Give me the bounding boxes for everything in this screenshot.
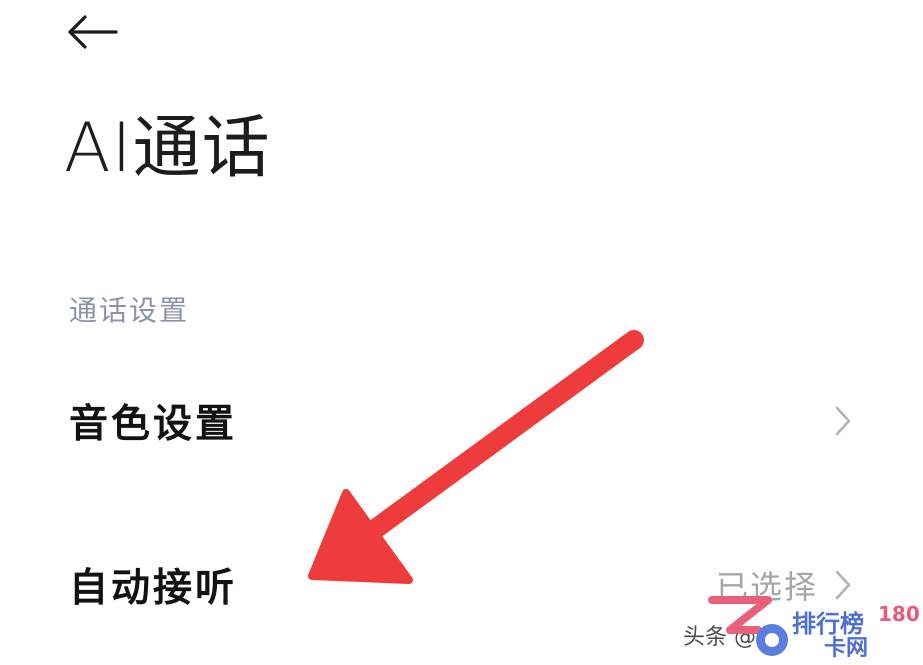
row-label: 自动接听 (69, 566, 238, 611)
ai-call-settings-screen: AI通话 通话设置 音色设置 自动接听 已选择 头条 @小 排行榜 180 卡网 (0, 0, 923, 665)
section-header-call-settings: 通话设置 (69, 294, 190, 327)
settings-row-auto-answer[interactable]: 自动接听 已选择 (0, 530, 923, 640)
row-label: 音色设置 (69, 402, 238, 447)
settings-row-voice[interactable]: 音色设置 (0, 366, 923, 476)
chevron-right-icon (833, 568, 853, 602)
chevron-right-icon (833, 404, 853, 438)
watermark-text: 头条 @小 (683, 625, 778, 650)
page-title: AI通话 (64, 109, 271, 188)
arrow-left-icon (68, 15, 118, 49)
row-value: 已选择 (715, 568, 818, 606)
back-button[interactable] (58, 8, 128, 56)
